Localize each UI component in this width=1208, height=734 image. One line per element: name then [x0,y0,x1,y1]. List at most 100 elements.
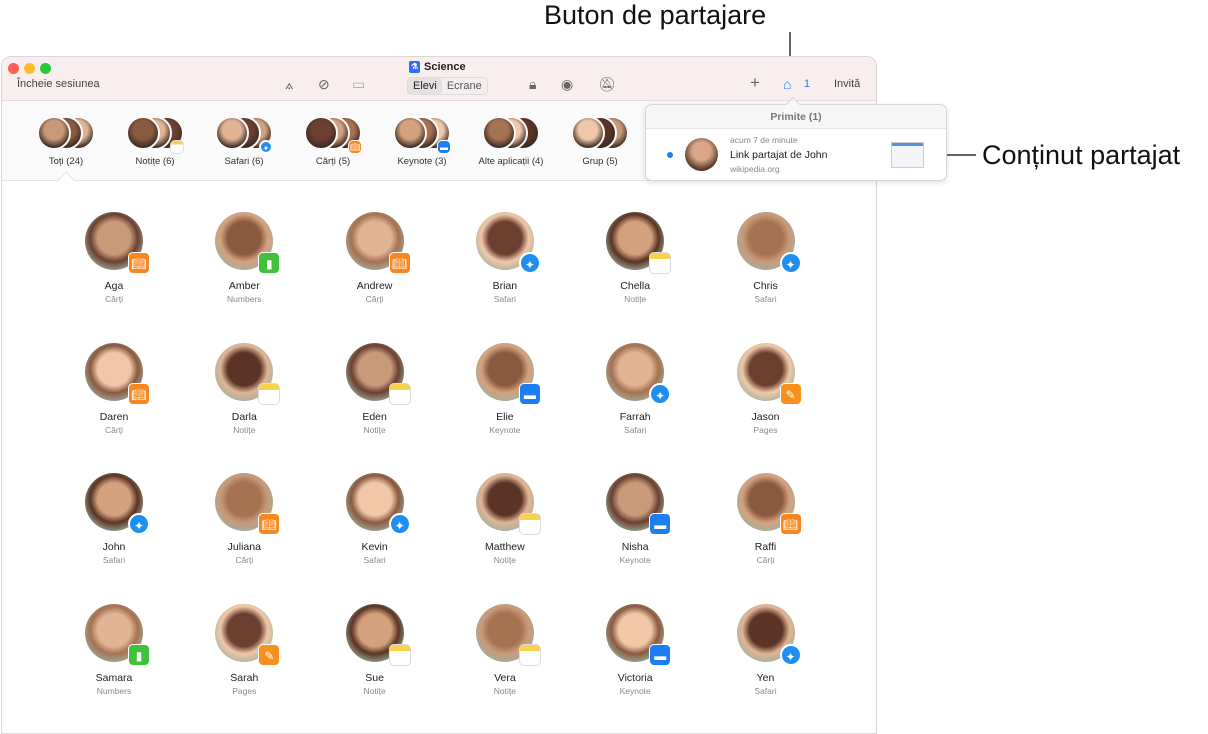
student-tile[interactable]: ▬ Victoria Keynote [580,604,690,696]
link-thumbnail[interactable] [891,142,924,168]
student-name: Darla [231,410,257,423]
student-name: Nisha [621,541,649,554]
student-app: Cărți [105,294,123,304]
pages-icon: ✎ [258,644,281,667]
student-app: Keynote [619,555,651,566]
student-app: Safari [754,294,777,304]
student-tile[interactable]: 📖︎ Juliana Cărți [189,473,299,565]
student-tile[interactable]: 📖︎ Daren Cărți [59,342,169,435]
john-avatar [685,138,718,171]
inbox-count[interactable]: 1 [804,78,810,90]
group-6[interactable]: Grup (5) [550,116,650,167]
group-0[interactable]: Toți (24) [16,116,116,167]
safari-compass-icon[interactable]: ⊘ [318,76,330,93]
notes-icon [170,140,184,154]
hide-eye-icon[interactable]: ◉ [561,76,573,93]
close-button[interactable] [8,63,19,74]
student-tile[interactable]: ✦ Kevin Safari [320,473,430,565]
student-app: Keynote [619,686,651,697]
student-tile[interactable]: ✦ Brian Safari [450,212,560,304]
student-app: Safari [363,555,386,566]
books-icon: 📖︎ [128,252,150,274]
student-tile[interactable]: ▮ Samara Numbers [59,604,169,696]
student-tile[interactable]: Chella Notițe [580,212,690,304]
group-1[interactable]: Notițe (6) [105,116,205,167]
avatar: ▬ [475,342,541,405]
group-4[interactable]: ▬ Keynote (3) [372,116,472,167]
student-app: Notițe [493,686,516,697]
segment-students[interactable]: Elevi [408,78,442,94]
student-tile[interactable]: ✎ Jason Pages [711,342,821,435]
student-tile[interactable]: Darla Notițe [189,342,299,435]
avatar: ✦ [736,604,802,667]
keynote-icon: ▬ [649,644,672,667]
student-name: Elie [496,410,514,423]
student-name: Sarah [230,672,259,685]
student-tile[interactable]: Vera Notițe [450,604,560,696]
student-tile[interactable]: ✦ Yen Safari [711,604,821,696]
student-tile[interactable]: Matthew Notițe [450,473,560,565]
student-app: Notițe [493,555,516,566]
inbox-tray-icon[interactable]: ⌂ [783,76,791,92]
student-name: Matthew [485,541,525,554]
notes-icon [258,382,281,405]
plus-icon[interactable]: + [750,73,760,93]
books-icon: 📖︎ [258,513,281,536]
avatar-stack [476,116,546,152]
avatar: 📖︎ [345,212,411,274]
group-3[interactable]: 📖︎ Cărți (5) [283,116,383,167]
avatar [215,116,249,150]
keynote-icon: ▬ [437,140,451,154]
avatar: ✦ [606,342,672,405]
student-tile[interactable]: ✦ Farrah Safari [580,342,690,435]
view-segmented-control: Elevi Ecrane [407,77,488,95]
notes-icon [518,513,541,536]
avatar: ✦ [85,473,150,536]
student-tile[interactable]: Sue Notițe [320,604,430,696]
group-5[interactable]: Alte aplicații (4) [461,116,561,167]
minimize-button[interactable] [24,63,35,74]
student-tile[interactable]: 📖︎ Andrew Cărți [320,212,430,304]
group-2[interactable]: ✦ Safari (6) [194,116,294,167]
student-name: Chris [753,280,778,292]
keynote-icon: ▬ [518,382,541,405]
inbox-header: Primite (1) [646,105,946,129]
airplay-icon[interactable]: ▭ [352,76,365,93]
inbox-item[interactable]: acum 7 de minute Link partajat de John w… [646,129,946,181]
invite-button[interactable]: Invită [834,78,860,90]
segment-screens[interactable]: Ecrane [442,78,487,94]
student-tile[interactable]: ✎ Sarah Pages [189,604,299,696]
student-tile[interactable]: ▮ Amber Numbers [189,212,299,304]
end-session-button[interactable]: Încheie sesiunea [17,78,100,90]
student-tile[interactable]: ✦ John Safari [59,473,169,565]
safari-icon: ✦ [518,252,541,274]
title-text: Science [424,61,466,73]
student-tile[interactable]: Eden Notițe [320,342,430,435]
notes-icon [518,644,541,667]
mute-bell-icon[interactable]: 🔕︎ [598,76,616,93]
student-app: Safari [624,424,647,435]
student-app: Pages [753,424,778,435]
student-tile[interactable]: ✦ Chris Safari [711,212,821,304]
student-name: Samara [95,672,133,685]
group-label: Grup (5) [582,156,618,167]
student-tile[interactable]: ▬ Elie Keynote [450,342,560,435]
safari-icon: ✦ [779,252,802,274]
student-tile[interactable]: ▬ Nisha Keynote [580,473,690,565]
group-label: Cărți (5) [315,156,351,167]
inbox-source: wikipedia.org [730,164,780,174]
zoom-button[interactable] [40,63,51,74]
student-name: Yen [756,672,775,685]
avatar [393,116,427,150]
student-tile[interactable]: 📖︎ Raffi Cărți [711,473,821,565]
student-app: Cărți [105,424,123,435]
inbox-popover: Primite (1) acum 7 de minute Link partaj… [645,96,947,181]
student-name: Chella [620,280,651,292]
notes-icon [649,252,672,274]
student-name: Jason [751,410,780,423]
keynote-icon: ▬ [649,513,672,536]
lock-icon[interactable]: 🔒︎ [529,76,536,93]
app-store-icon[interactable]: ⟑ [285,76,294,93]
student-tile[interactable]: 📖︎ Aga Cărți [59,212,169,304]
avatar: 📖︎ [85,212,150,274]
